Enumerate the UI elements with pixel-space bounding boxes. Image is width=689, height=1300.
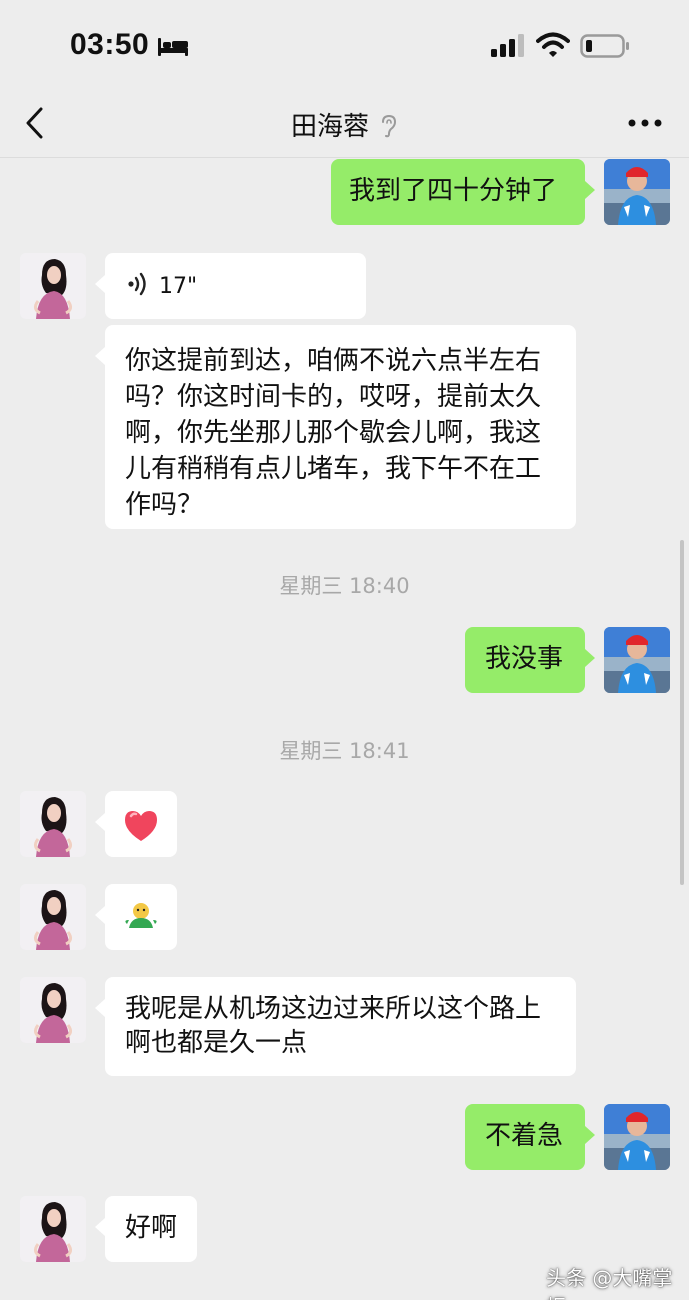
title-wrap: 田海蓉 (0, 106, 689, 143)
message-bubble-outgoing[interactable]: 不着急 (465, 1104, 595, 1170)
avatar-me[interactable] (604, 627, 670, 693)
seedling-sticker-emoji (125, 903, 157, 928)
emoji-message[interactable] (95, 884, 177, 950)
avatar-me[interactable] (604, 1104, 670, 1170)
avatar-contact[interactable] (20, 884, 86, 950)
message-text: 你这提前到达，咱俩不说六点半左右吗？你这时间卡的，哎呀，提前太久啊，你先坐那儿那… (125, 346, 542, 520)
chat-header: 田海蓉 (0, 90, 689, 158)
message-bubble-outgoing[interactable]: 我到了四十分钟了 (331, 159, 595, 225)
message-text: 好啊 (125, 1213, 178, 1243)
voice-wave-icon (128, 272, 146, 296)
wifi-icon (536, 32, 570, 57)
avatar-me[interactable] (604, 159, 670, 225)
message-bubble-incoming[interactable]: 好啊 (95, 1196, 197, 1262)
avatar-contact[interactable] (20, 253, 86, 319)
avatar-image (604, 627, 670, 693)
avatar-image (20, 1196, 86, 1262)
avatar-image (604, 159, 670, 225)
timestamp: 星期三 18:40 (279, 574, 410, 598)
ear-icon (382, 114, 397, 138)
message-bubble-incoming[interactable]: 我呢是从机场这边过来所以这个路上啊也都是久一点 (95, 977, 576, 1076)
more-icon[interactable] (628, 118, 662, 128)
avatar-image (20, 791, 86, 857)
avatar-contact[interactable] (20, 1196, 86, 1262)
timestamp: 星期三 18:41 (279, 739, 410, 763)
chat-title[interactable]: 田海蓉 (291, 112, 369, 142)
scrollbar[interactable] (680, 540, 684, 885)
avatar-image (604, 1104, 670, 1170)
signal-icon (491, 34, 524, 57)
message-text: 我没事 (485, 644, 564, 674)
avatar-image (20, 253, 86, 319)
voice-duration: 17" (159, 274, 198, 299)
avatar-image (20, 977, 86, 1043)
message-bubble-incoming[interactable]: 你这提前到达，咱俩不说六点半左右吗？你这时间卡的，哎呀，提前太久啊，你先坐那儿那… (95, 325, 576, 529)
avatar-contact[interactable] (20, 791, 86, 857)
avatar-image (20, 884, 86, 950)
battery-icon (580, 34, 629, 58)
message-text: 不着急 (485, 1121, 564, 1151)
status-bar: 03:50 (0, 0, 689, 90)
message-bubble-outgoing[interactable]: 我没事 (465, 627, 595, 693)
message-text: 我呢是从机场这边过来所以这个路上啊也都是久一点 (125, 994, 542, 1058)
heart-emoji (125, 811, 157, 841)
bed-icon (158, 38, 188, 56)
status-time: 03:50 (70, 28, 150, 61)
avatar-contact[interactable] (20, 977, 86, 1043)
message-text: 我到了四十分钟了 (349, 176, 558, 206)
emoji-message[interactable] (95, 791, 177, 857)
watermark: 头条 @大嘴掌柜 (546, 1266, 673, 1300)
voice-message[interactable]: 17" (95, 253, 366, 319)
